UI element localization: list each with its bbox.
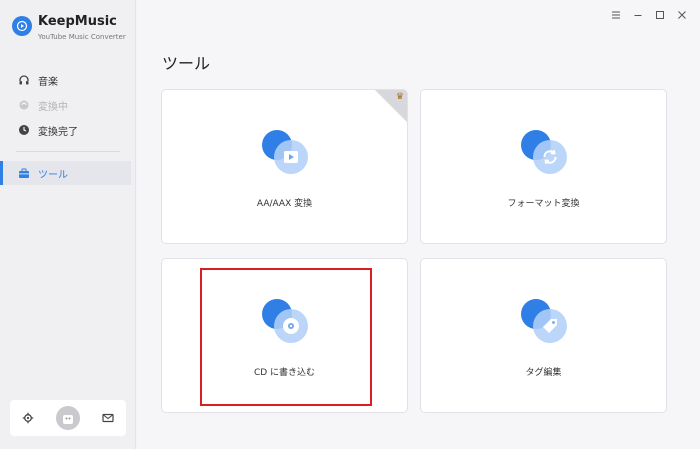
menu-icon[interactable] <box>610 9 622 21</box>
converting-icon <box>18 99 30 111</box>
app-name: KeepMusic <box>38 14 117 29</box>
sidebar-item-label: 変換中 <box>38 101 68 113</box>
sidebar-item-tools[interactable]: ツール <box>0 161 131 185</box>
avatar-icon[interactable] <box>55 406 80 430</box>
maximize-icon[interactable] <box>654 9 666 21</box>
tool-card-aa-aax[interactable]: ♛ AA/AAX 変換 <box>161 89 408 244</box>
close-icon[interactable] <box>676 9 688 21</box>
sidebar-item-label: ツール <box>38 169 68 181</box>
sidebar-item-music[interactable]: 音楽 <box>0 68 136 92</box>
app-subtitle: YouTube Music Converter <box>38 33 126 41</box>
tool-card-format-convert[interactable]: フォーマット変換 <box>420 89 667 244</box>
window-controls <box>610 9 688 21</box>
tag-icon <box>520 299 567 345</box>
sidebar-item-converting[interactable]: 変換中 <box>0 93 136 117</box>
minimize-icon[interactable] <box>632 9 644 21</box>
brand: KeepMusic YouTube Music Converter <box>12 14 126 42</box>
sidebar-item-label: 変換完了 <box>38 126 78 138</box>
tool-card-tag-edit[interactable]: タグ編集 <box>420 258 667 413</box>
toolbox-icon <box>18 167 30 179</box>
crown-icon: ♛ <box>395 92 404 102</box>
sidebar-nav: 音楽 変換中 変換完了 <box>0 68 136 143</box>
sidebar-item-label: 音楽 <box>38 76 58 88</box>
clock-icon <box>18 124 30 136</box>
active-indicator <box>0 161 3 185</box>
sidebar-item-converted[interactable]: 変換完了 <box>0 118 136 142</box>
tool-card-label: フォーマット変換 <box>507 199 580 209</box>
page-title: ツール <box>162 54 211 73</box>
tool-card-label: AA/AAX 変換 <box>256 199 313 209</box>
tool-card-label: タグ編集 <box>525 368 562 378</box>
gear-icon[interactable] <box>21 411 35 425</box>
mail-icon[interactable] <box>101 411 115 425</box>
highlight-box <box>200 268 372 406</box>
sidebar-divider <box>16 151 120 152</box>
app-logo-icon <box>12 16 32 36</box>
play-video-icon <box>261 130 308 176</box>
sidebar: KeepMusic YouTube Music Converter 音楽 変換中… <box>0 0 136 449</box>
convert-icon <box>520 130 567 176</box>
headphones-icon <box>18 74 30 86</box>
bottom-panel <box>10 400 126 436</box>
